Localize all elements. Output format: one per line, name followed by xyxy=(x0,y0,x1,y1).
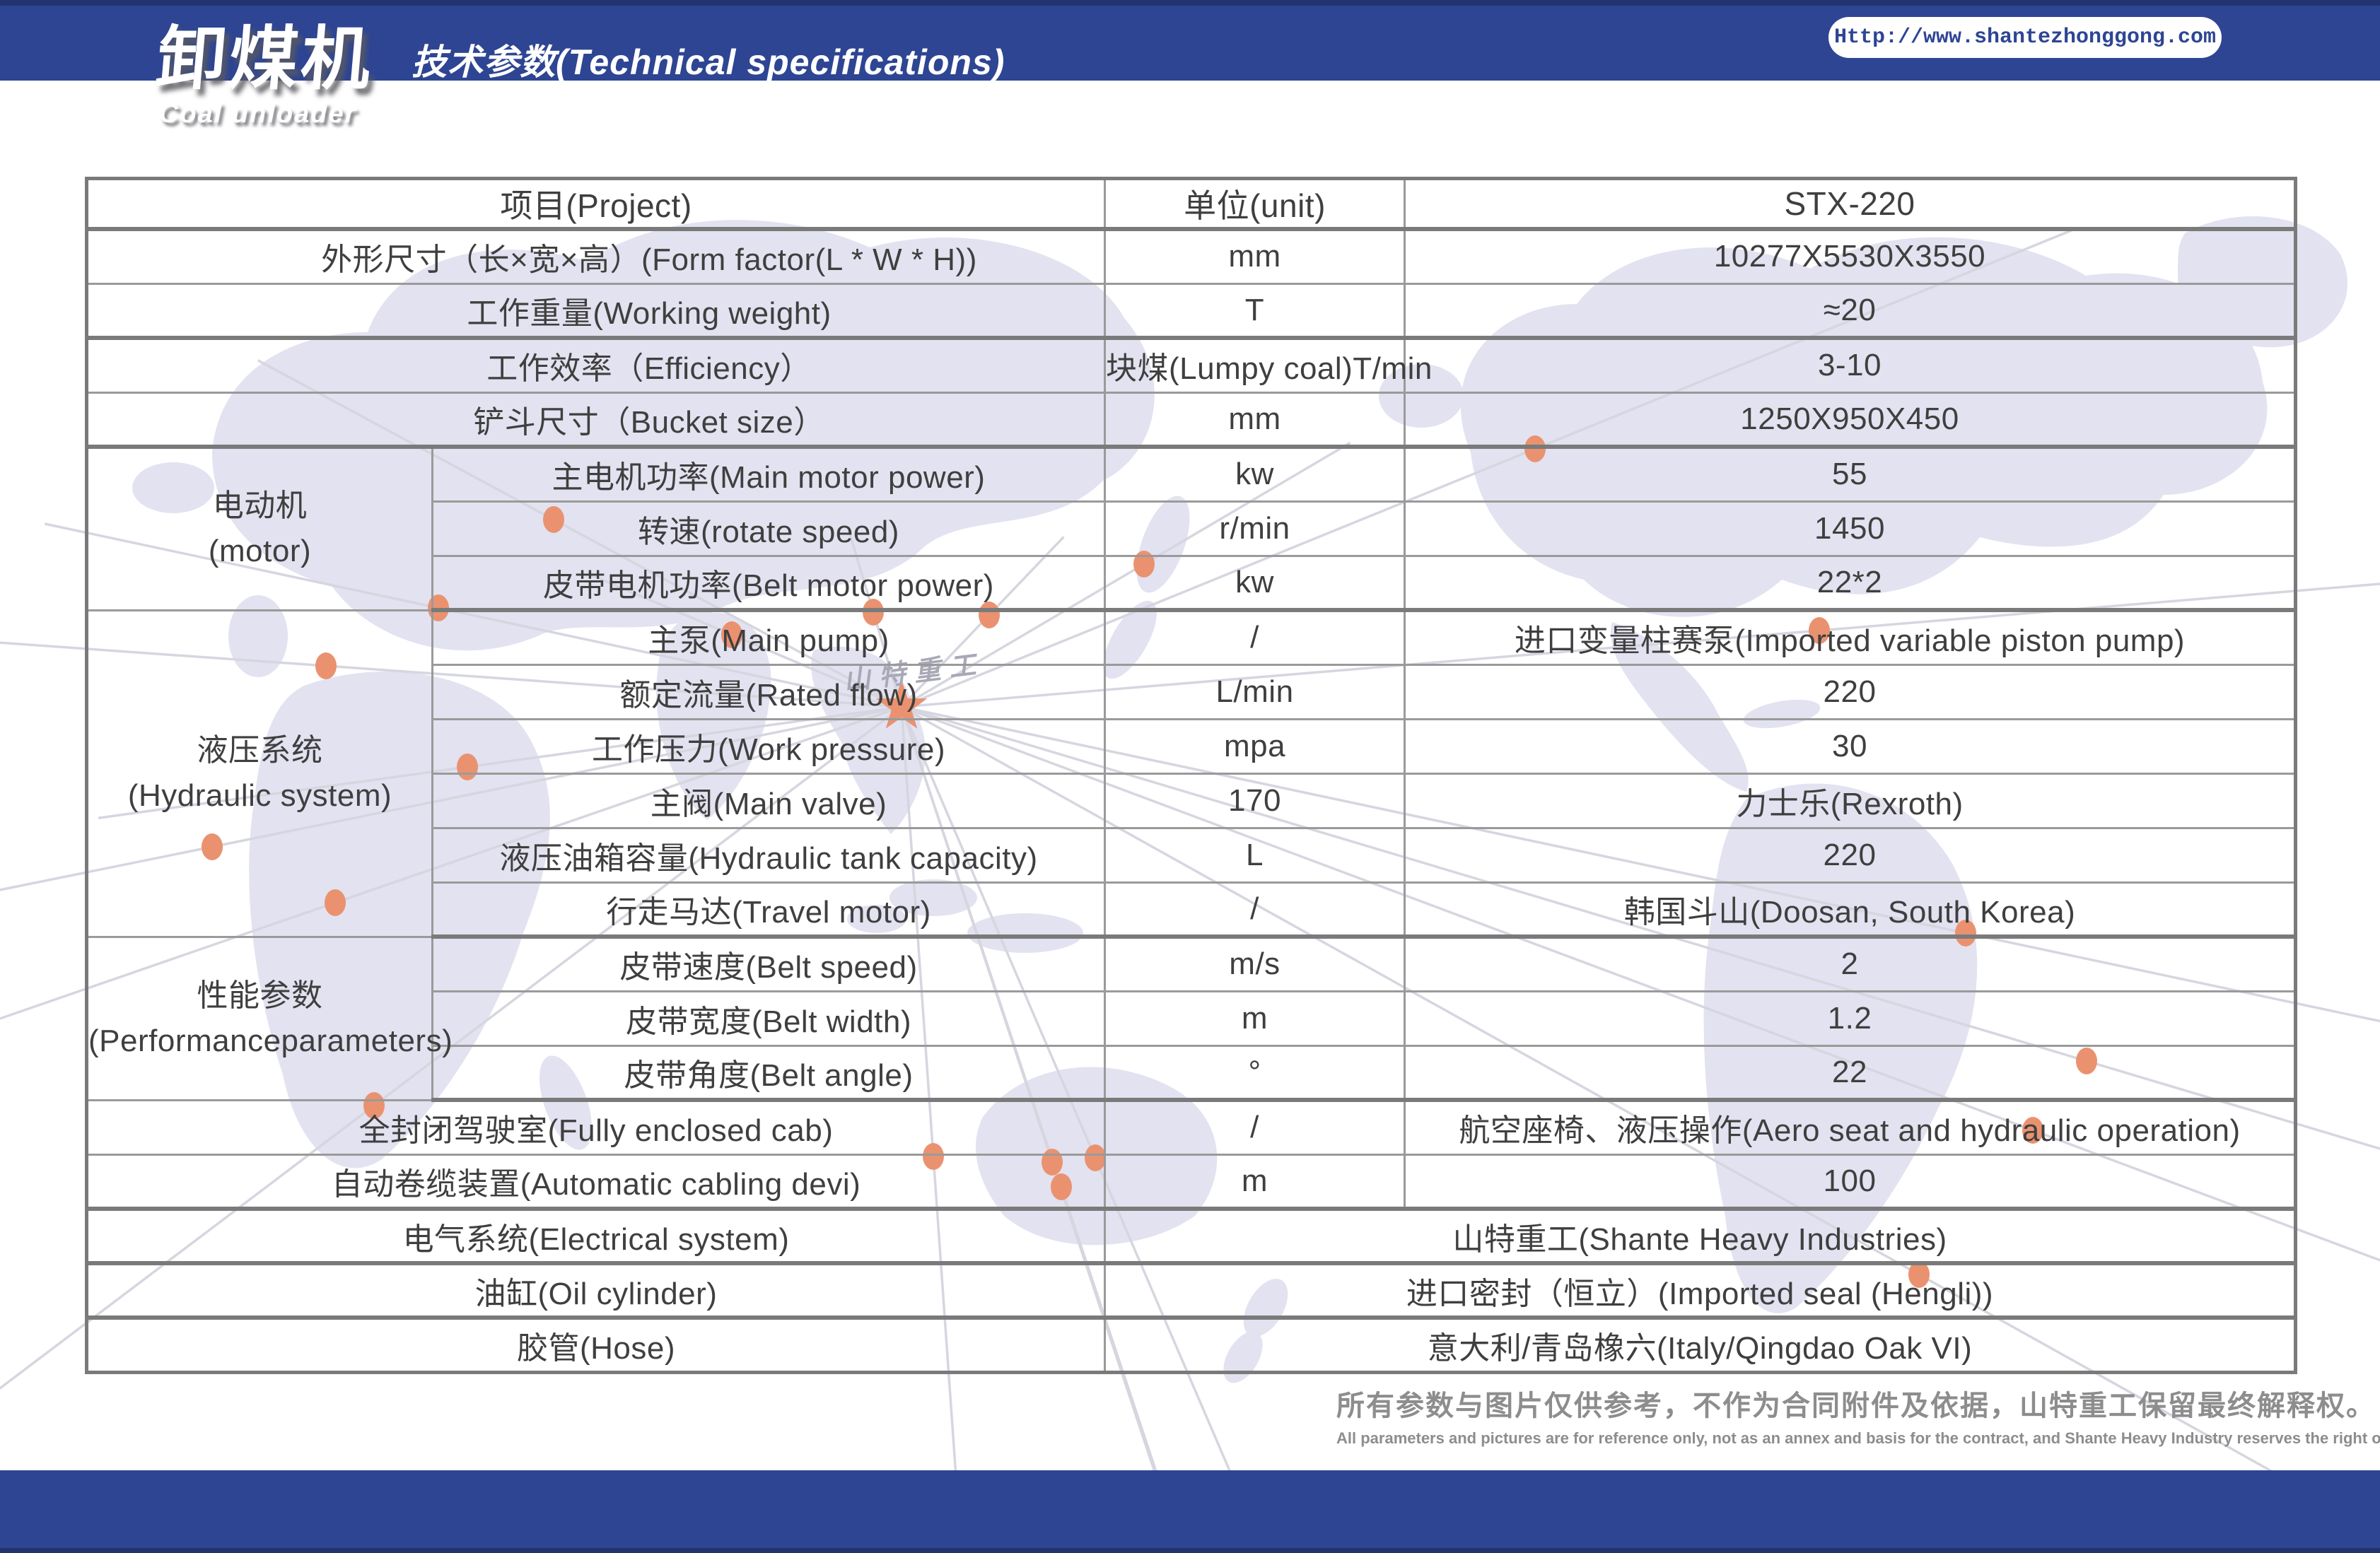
group-label-motor: 电动机 (motor) xyxy=(87,447,433,610)
table-row: 性能参数 (Performanceparameters) 皮带速度(Belt s… xyxy=(87,937,2296,991)
spec-label: 铲斗尺寸（Bucket size） xyxy=(87,392,1105,447)
column-header-project: 项目(Project) xyxy=(87,179,1105,230)
footer-bar xyxy=(0,1470,2380,1553)
spec-value: 山特重工(Shante Heavy Industries) xyxy=(1105,1209,2296,1263)
spec-value: 航空座椅、液压操作(Aero seat and hydraulic operat… xyxy=(1405,1100,2296,1154)
table-row: 油缸(Oil cylinder) 进口密封（恒立）(Imported seal … xyxy=(87,1263,2296,1318)
table-row: 全封闭驾驶室(Fully enclosed cab) / 航空座椅、液压操作(A… xyxy=(87,1100,2296,1154)
spec-label: 皮带角度(Belt angle) xyxy=(433,1045,1105,1100)
table-row: 铲斗尺寸（Bucket size） mm 1250X950X450 xyxy=(87,392,2296,447)
spec-value: 意大利/青岛橡六(Italy/Qingdao Oak VI) xyxy=(1105,1318,2296,1372)
spec-unit: mpa xyxy=(1105,719,1405,773)
spec-value: 220 xyxy=(1405,828,2296,882)
spec-unit: mm xyxy=(1105,392,1405,447)
spec-label: 主阀(Main valve) xyxy=(433,773,1105,828)
spec-value: 1.2 xyxy=(1405,991,2296,1045)
spec-label: 油缸(Oil cylinder) xyxy=(87,1263,1105,1318)
spec-value: ≈20 xyxy=(1405,283,2296,338)
spec-unit: m xyxy=(1105,1154,1405,1209)
spec-label: 皮带速度(Belt speed) xyxy=(433,937,1105,991)
logo-title: 卸煤机 xyxy=(154,24,377,93)
column-header-unit: 单位(unit) xyxy=(1105,179,1405,230)
spec-unit: mm xyxy=(1105,229,1405,283)
spec-value: 22*2 xyxy=(1405,556,2296,610)
spec-value: 55 xyxy=(1405,447,2296,501)
table-row: 外形尺寸（长×宽×高）(Form factor(L * W * H)) mm 1… xyxy=(87,229,2296,283)
disclaimer: 所有参数与图片仅供参考，不作为合同附件及依据，山特重工保留最终解释权。 All … xyxy=(1336,1383,2248,1448)
spec-value: 1250X950X450 xyxy=(1405,392,2296,447)
website-link[interactable]: Http://www.shantezhonggong.com xyxy=(1828,17,2222,58)
spec-unit: / xyxy=(1105,882,1405,937)
disclaimer-line-en: All parameters and pictures are for refe… xyxy=(1336,1429,2248,1448)
spec-label: 皮带电机功率(Belt motor power) xyxy=(433,556,1105,610)
spec-label: 全封闭驾驶室(Fully enclosed cab) xyxy=(87,1100,1105,1154)
header-top-strip xyxy=(0,0,2380,6)
spec-value: 进口变量柱赛泵(Imported variable piston pump) xyxy=(1405,610,2296,664)
table-row: 工作重量(Working weight) T ≈20 xyxy=(87,283,2296,338)
logo: 卸煤机 Coal unloader xyxy=(157,24,373,127)
table-row: 胶管(Hose) 意大利/青岛橡六(Italy/Qingdao Oak VI) xyxy=(87,1318,2296,1372)
spec-unit: r/min xyxy=(1105,501,1405,556)
spec-value: 力士乐(Rexroth) xyxy=(1405,773,2296,828)
table-row: 电动机 (motor) 主电机功率(Main motor power) kw 5… xyxy=(87,447,2296,501)
column-header-model: STX-220 xyxy=(1405,179,2296,230)
spec-value: 韩国斗山(Doosan, South Korea) xyxy=(1405,882,2296,937)
table-row: 液压系统 (Hydraulic system) 主泵(Main pump) / … xyxy=(87,610,2296,664)
table-row: 工作效率（Efficiency） 块煤(Lumpy coal)T/min 3-1… xyxy=(87,338,2296,392)
spec-label: 工作效率（Efficiency） xyxy=(87,338,1105,392)
spec-label: 转速(rotate speed) xyxy=(433,501,1105,556)
spec-unit: ° xyxy=(1105,1045,1405,1100)
spec-label: 工作压力(Work pressure) xyxy=(433,719,1105,773)
spec-label: 胶管(Hose) xyxy=(87,1318,1105,1372)
spec-unit: / xyxy=(1105,610,1405,664)
page-title: 技术参数(Technical specifications) xyxy=(412,34,1005,85)
spec-unit: L xyxy=(1105,828,1405,882)
spec-label: 行走马达(Travel motor) xyxy=(433,882,1105,937)
spec-label: 电气系统(Electrical system) xyxy=(87,1209,1105,1263)
spec-unit: m xyxy=(1105,991,1405,1045)
spec-label: 主泵(Main pump) xyxy=(433,610,1105,664)
spec-unit: 块煤(Lumpy coal)T/min xyxy=(1105,338,1405,392)
spec-label: 自动卷缆装置(Automatic cabling devi) xyxy=(87,1154,1105,1209)
spec-unit: kw xyxy=(1105,447,1405,501)
spec-value: 1450 xyxy=(1405,501,2296,556)
table-header-row: 项目(Project) 单位(unit) STX-220 xyxy=(87,179,2296,230)
table-row: 自动卷缆装置(Automatic cabling devi) m 100 xyxy=(87,1154,2296,1209)
disclaimer-line-cn: 所有参数与图片仅供参考，不作为合同附件及依据，山特重工保留最终解释权。 xyxy=(1336,1383,2248,1424)
group-label-performance: 性能参数 (Performanceparameters) xyxy=(87,937,433,1100)
spec-label: 液压油箱容量(Hydraulic tank capacity) xyxy=(433,828,1105,882)
spec-sheet-page: 山特重工 卸煤机 Coal unloader 技术参数(Technical sp… xyxy=(0,0,2380,1553)
table-row: 电气系统(Electrical system) 山特重工(Shante Heav… xyxy=(87,1209,2296,1263)
spec-value: 2 xyxy=(1405,937,2296,991)
spec-label: 皮带宽度(Belt width) xyxy=(433,991,1105,1045)
spec-unit: / xyxy=(1105,1100,1405,1154)
website-url-text: Http://www.shantezhonggong.com xyxy=(1834,25,2216,49)
spec-value: 220 xyxy=(1405,664,2296,719)
spec-value: 100 xyxy=(1405,1154,2296,1209)
spec-label: 主电机功率(Main motor power) xyxy=(433,447,1105,501)
spec-unit: 170 xyxy=(1105,773,1405,828)
spec-table: 项目(Project) 单位(unit) STX-220 外形尺寸（长×宽×高）… xyxy=(85,177,2297,1374)
spec-unit: kw xyxy=(1105,556,1405,610)
spec-value: 30 xyxy=(1405,719,2296,773)
footer-edge-strip xyxy=(0,1548,2380,1553)
spec-label: 外形尺寸（长×宽×高）(Form factor(L * W * H)) xyxy=(87,229,1105,283)
spec-label: 工作重量(Working weight) xyxy=(87,283,1105,338)
spec-value: 3-10 xyxy=(1405,338,2296,392)
spec-label: 额定流量(Rated flow) xyxy=(433,664,1105,719)
logo-subtitle: Coal unloader xyxy=(159,100,373,127)
spec-value: 进口密封（恒立）(Imported seal (Hengli)) xyxy=(1105,1263,2296,1318)
spec-value: 22 xyxy=(1405,1045,2296,1100)
spec-unit: m/s xyxy=(1105,937,1405,991)
spec-unit: T xyxy=(1105,283,1405,338)
group-label-hydraulic: 液压系统 (Hydraulic system) xyxy=(87,610,433,937)
spec-value: 10277X5530X3550 xyxy=(1405,229,2296,283)
spec-unit: L/min xyxy=(1105,664,1405,719)
